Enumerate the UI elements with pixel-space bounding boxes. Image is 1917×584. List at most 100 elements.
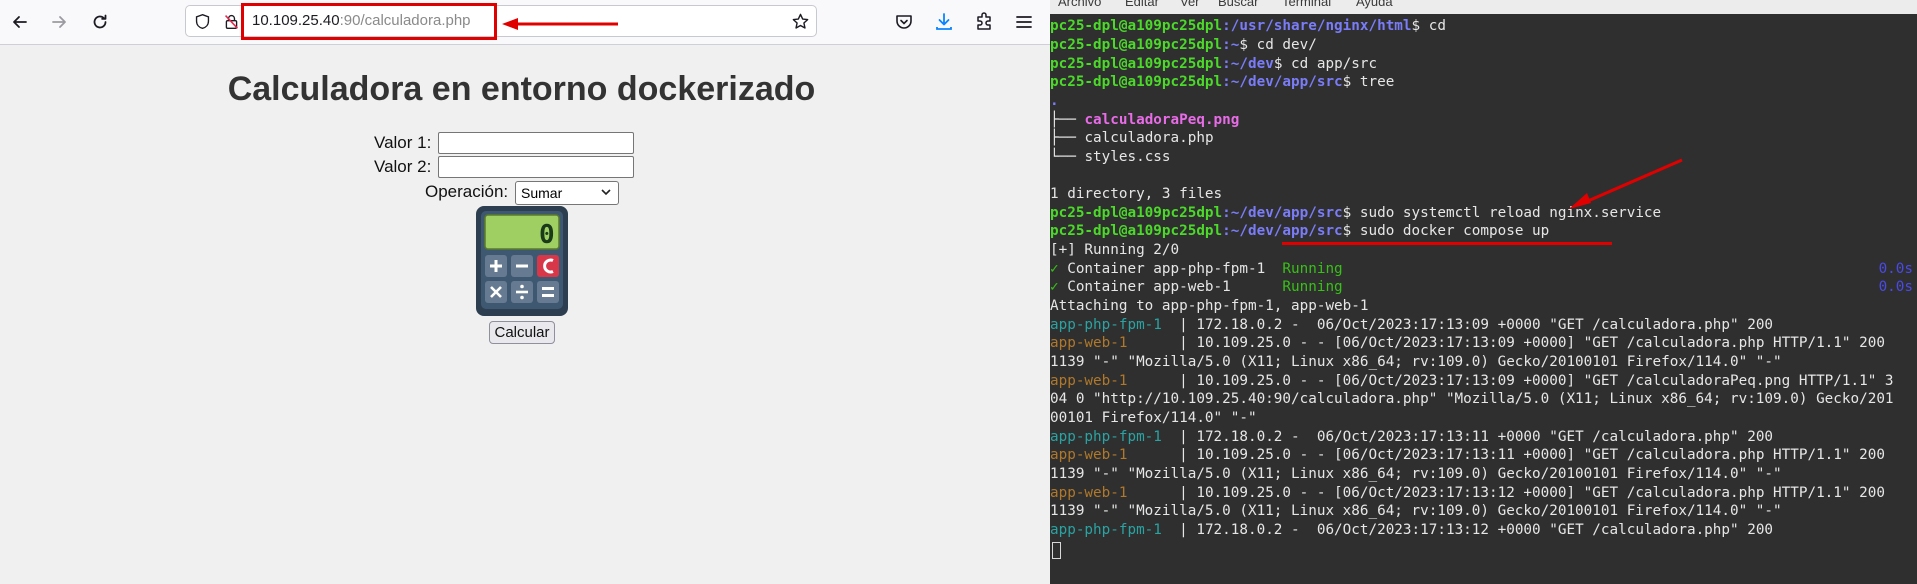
prompt-user: pc25-dpl@a109pc25dpl: [1050, 18, 1223, 34]
log-line: app-php-fpm-1 | 172.18.0.2 - 06/Oct/2023…: [1050, 428, 1773, 446]
prompt-user: pc25-dpl@a109pc25dpl: [1050, 37, 1223, 53]
log-service: app-php-fpm-1: [1050, 429, 1180, 445]
operacion-label: Operación:: [425, 182, 509, 201]
log-text: | 172.18.0.2 - 06/Oct/2023:17:13:09 +000…: [1179, 317, 1774, 333]
valor2-input[interactable]: [438, 156, 634, 178]
valor1-label: Valor 1:: [374, 133, 432, 152]
downloads-button[interactable]: [930, 8, 958, 36]
log-line: 1139 "-" "Mozilla/5.0 (X11; Linux x86_64…: [1050, 353, 1782, 371]
log-line: 1139 "-" "Mozilla/5.0 (X11; Linux x86_64…: [1050, 465, 1782, 483]
calculator-image: 0: [476, 206, 568, 316]
container-name: Container app-php-fpm-1: [1058, 261, 1283, 277]
tree-entry: ├── calculadora.php: [1050, 130, 1214, 146]
prompt-user: pc25-dpl@a109pc25dpl: [1050, 205, 1223, 221]
tree-root: .: [1050, 93, 1059, 109]
check-icon: ✓: [1050, 261, 1059, 277]
url-host: 10.109.25.40: [252, 12, 340, 29]
terminal-window: Archivo Editar Ver Buscar Terminal Ayuda…: [1050, 0, 1917, 584]
prompt-path: :~/dev/app/src: [1222, 223, 1343, 239]
arrow-right-icon: [52, 16, 66, 28]
calc-display-digit: 0: [539, 220, 555, 250]
reload-icon: [93, 14, 107, 29]
tree-entry: ├── calculadoraPeq.png: [1050, 112, 1240, 128]
menu-archivo[interactable]: Archivo: [1058, 0, 1101, 9]
log-line: app-web-1 | 10.109.25.0 - - [06/Oct/2023…: [1050, 372, 1894, 390]
operation-select-value: Sumar: [521, 185, 563, 201]
tree-file: calculadoraPeq.png: [1084, 112, 1240, 128]
check-icon: ✓: [1050, 279, 1059, 295]
tree-entry: └── styles.css: [1050, 149, 1171, 165]
log-service: app-php-fpm-1: [1050, 522, 1180, 538]
log-line: app-php-fpm-1 | 172.18.0.2 - 06/Oct/2023…: [1050, 521, 1773, 539]
prompt-path: :/usr/share/nginx/html: [1222, 18, 1412, 34]
download-icon: [936, 13, 952, 30]
operation-select[interactable]: Sumar: [515, 181, 619, 205]
log-text: | 10.109.25.0 - - [06/Oct/2023:17:13:12 …: [1179, 485, 1885, 501]
terminal-line: pc25-dpl@a109pc25dpl:~/dev/app/src$ tree: [1050, 73, 1394, 91]
log-line: app-web-1 | 10.109.25.0 - - [06/Oct/2023…: [1050, 334, 1885, 352]
browser-toolbar: 10.109.25.40:90/calculadora.php: [0, 0, 1050, 45]
annotation-arrow-diagonal: [1569, 158, 1683, 209]
container-status: Running: [1282, 261, 1343, 277]
compose-running: [+] Running 2/0: [1050, 242, 1180, 258]
valor2-label: Valor 2:: [374, 157, 432, 176]
valor2-row: Valor 2:: [374, 156, 634, 178]
log-service: app-web-1: [1050, 485, 1180, 501]
terminal-cursor: [1052, 542, 1061, 559]
prompt-dollar: $: [1342, 223, 1360, 239]
command-text: $ tree: [1342, 74, 1395, 90]
terminal-line: pc25-dpl@a109pc25dpl:/usr/share/nginx/ht…: [1050, 17, 1446, 35]
pocket-button[interactable]: [890, 8, 918, 36]
puzzle-icon: [977, 12, 991, 30]
terminal-line: pc25-dpl@a109pc25dpl:~$ cd dev/: [1050, 36, 1317, 54]
tree-file: styles.css: [1084, 149, 1171, 165]
log-line: app-web-1 | 10.109.25.0 - - [06/Oct/2023…: [1050, 446, 1885, 464]
menu-terminal[interactable]: Terminal: [1282, 0, 1331, 9]
menu-ver[interactable]: Ver: [1180, 0, 1200, 9]
menu-editar[interactable]: Editar: [1125, 0, 1159, 9]
tree-file: calculadora.php: [1084, 130, 1214, 146]
container-status-line: ✓ Container app-php-fpm-1 Running 0.0s: [1050, 260, 1913, 278]
calcular-button[interactable]: Calcular: [489, 321, 555, 344]
log-text: | 10.109.25.0 - - [06/Oct/2023:17:13:09 …: [1179, 373, 1894, 389]
log-service: app-web-1: [1050, 335, 1180, 351]
log-text: 04 0 "http://10.109.25.40:90/calculadora…: [1050, 391, 1894, 407]
terminal-menubar: Archivo Editar Ver Buscar Terminal Ayuda: [1050, 0, 1917, 14]
menu-buscar[interactable]: Buscar: [1218, 0, 1258, 9]
prompt-user: pc25-dpl@a109pc25dpl: [1050, 74, 1223, 90]
bookmark-star-icon[interactable]: [791, 12, 810, 31]
back-button[interactable]: [6, 8, 34, 36]
log-line: 00101 Firefox/114.0" "-": [1050, 409, 1257, 427]
log-text: | 172.18.0.2 - 06/Oct/2023:17:13:12 +000…: [1179, 522, 1774, 538]
terminal-output[interactable]: pc25-dpl@a109pc25dpl:/usr/share/nginx/ht…: [1050, 17, 1917, 584]
url-text[interactable]: 10.109.25.40:90/calculadora.php: [252, 12, 471, 29]
valor1-input[interactable]: [438, 132, 634, 154]
log-text: 00101 Firefox/114.0" "-": [1050, 410, 1257, 426]
url-path: :90/calculadora.php: [339, 12, 471, 29]
pocket-icon: [896, 15, 912, 29]
terminal-line: pc25-dpl@a109pc25dpl:~/dev$ cd app/src: [1050, 55, 1377, 73]
prompt-path: :~/dev: [1222, 56, 1274, 72]
log-line: app-php-fpm-1 | 172.18.0.2 - 06/Oct/2023…: [1050, 316, 1773, 334]
forward-button[interactable]: [45, 8, 73, 36]
log-text: 1139 "-" "Mozilla/5.0 (X11; Linux x86_64…: [1050, 466, 1782, 482]
log-text: | 10.109.25.0 - - [06/Oct/2023:17:13:09 …: [1179, 335, 1885, 351]
log-text: 1139 "-" "Mozilla/5.0 (X11; Linux x86_64…: [1050, 503, 1782, 519]
log-line: 1139 "-" "Mozilla/5.0 (X11; Linux x86_64…: [1050, 502, 1782, 520]
container-time: 0.0s: [1878, 279, 1913, 295]
shield-icon[interactable]: [194, 13, 211, 30]
command-text: $ cd dev/: [1239, 37, 1317, 53]
page-content: Calculadora en entorno dockerizado Valor…: [0, 45, 1050, 584]
menu-ayuda[interactable]: Ayuda: [1356, 0, 1393, 9]
log-line: app-web-1 | 10.109.25.0 - - [06/Oct/2023…: [1050, 484, 1885, 502]
page-title: Calculadora en entorno dockerizado: [227, 70, 816, 108]
prompt-path: :~: [1222, 37, 1240, 53]
extensions-button[interactable]: [970, 8, 998, 36]
prompt-user: pc25-dpl@a109pc25dpl: [1050, 223, 1223, 239]
command-text: $ cd app/src: [1273, 56, 1378, 72]
menu-button[interactable]: [1010, 8, 1038, 36]
tree-summary: 1 directory, 3 files: [1050, 186, 1223, 202]
reload-button[interactable]: [86, 8, 114, 36]
annotation-arrow-left: [502, 18, 618, 30]
insecure-lock-icon[interactable]: [223, 13, 240, 30]
